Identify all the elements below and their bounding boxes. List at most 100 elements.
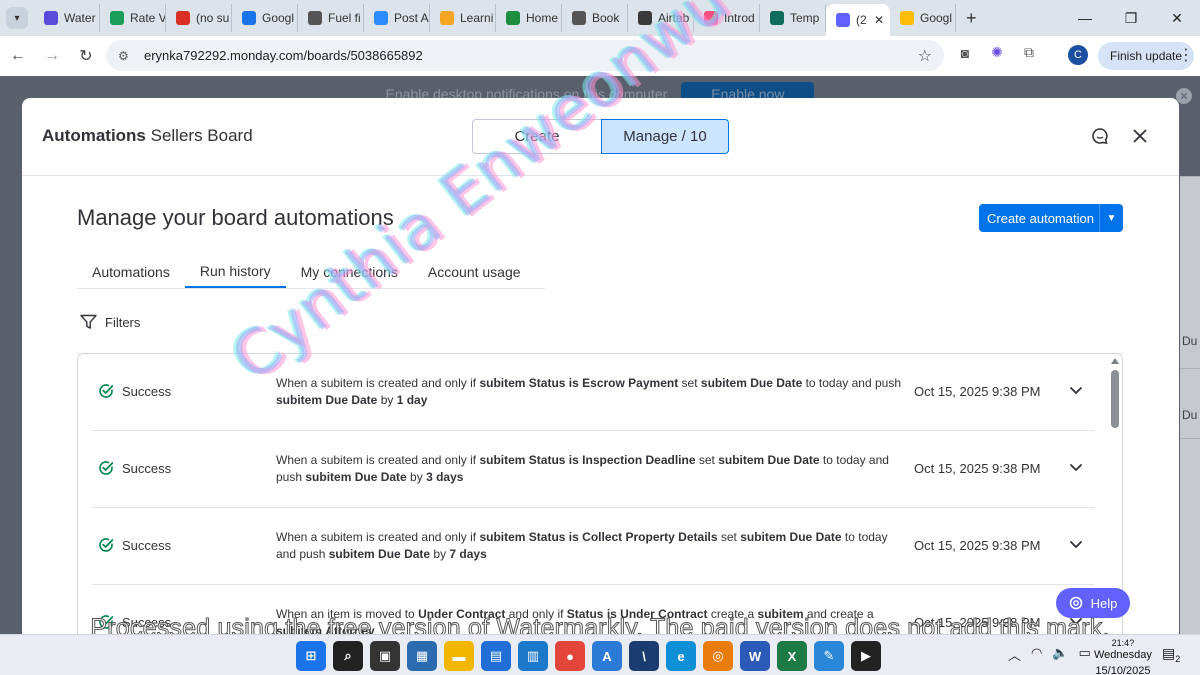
volume-icon[interactable]: 🔈 bbox=[1052, 645, 1068, 664]
run-history-row[interactable]: Success When a subitem is created and onl… bbox=[92, 431, 1095, 508]
minimize-button[interactable]: — bbox=[1062, 0, 1108, 36]
browser-tab[interactable]: Water bbox=[34, 4, 100, 32]
success-check-icon bbox=[99, 615, 114, 629]
run-timestamp: Oct 15, 2025 9:38 PM bbox=[914, 538, 1041, 553]
search-icon[interactable]: ⌕ bbox=[333, 641, 363, 671]
feedback-chat-icon[interactable] bbox=[1088, 124, 1112, 148]
recipe-token: 7 days bbox=[449, 547, 487, 561]
filters-button[interactable]: Filters bbox=[80, 314, 140, 330]
widgets-icon[interactable]: ▦ bbox=[407, 641, 437, 671]
reload-button[interactable]: ↻ bbox=[70, 40, 102, 72]
manage-segment-button[interactable]: Manage / 10 bbox=[601, 119, 729, 154]
run-history-row[interactable]: Success When a subitem is created and onl… bbox=[92, 508, 1095, 585]
tab-label: Airtab bbox=[658, 11, 690, 25]
close-modal-icon[interactable] bbox=[1128, 124, 1152, 148]
blender-icon[interactable]: ◎ bbox=[703, 641, 733, 671]
zoom-icon bbox=[374, 11, 388, 25]
recipe-token: Collect Property Details bbox=[582, 530, 718, 544]
windows-icon[interactable]: ⊞ bbox=[296, 641, 326, 671]
notification-center-icon[interactable]: ▤2 bbox=[1162, 645, 1180, 664]
browser-tab[interactable]: Post A bbox=[364, 4, 430, 32]
run-timestamp: Oct 15, 2025 9:38 PM bbox=[914, 615, 1041, 630]
help-label[interactable]: Help bbox=[1091, 596, 1118, 611]
browser-menu-icon[interactable]: ⋮ bbox=[1178, 45, 1194, 65]
camera-icon[interactable]: ◙ bbox=[956, 45, 974, 61]
run-history-list: Success When a subitem is created and onl… bbox=[77, 353, 1123, 638]
media-player-icon[interactable]: ▶ bbox=[851, 641, 881, 671]
recipe-text: set bbox=[717, 530, 741, 544]
recipe-token: subitem bbox=[757, 607, 804, 621]
browser-tab[interactable]: Googl bbox=[890, 4, 956, 32]
help-button[interactable]: Help bbox=[1056, 588, 1130, 618]
create-segment-button[interactable]: Create bbox=[472, 119, 601, 154]
edge-icon[interactable]: e bbox=[666, 641, 696, 671]
tab-label: (2 bbox=[856, 13, 867, 27]
chart-app-icon[interactable]: ▥ bbox=[518, 641, 548, 671]
chrome-icon[interactable]: ● bbox=[555, 641, 585, 671]
chevron-down-icon[interactable]: ▼ bbox=[1099, 204, 1123, 232]
tab-account-usage[interactable]: Account usage bbox=[413, 255, 536, 288]
tab-search-button[interactable]: ▾ bbox=[6, 7, 28, 29]
tab-label: Fuel fi bbox=[328, 11, 361, 25]
word-icon[interactable]: W bbox=[740, 641, 770, 671]
battery-icon[interactable]: ▭ bbox=[1079, 645, 1091, 664]
profile-avatar[interactable]: C bbox=[1068, 45, 1088, 65]
forward-button[interactable]: → bbox=[36, 40, 68, 72]
scrollbar-thumb[interactable] bbox=[1111, 370, 1119, 428]
expand-chevron-icon[interactable] bbox=[1068, 382, 1084, 398]
address-bar[interactable]: ⚙ erynka792292.monday.com/boards/5038665… bbox=[106, 40, 944, 71]
tab-my-connections[interactable]: My connections bbox=[286, 255, 413, 288]
new-tab-button[interactable]: + bbox=[966, 8, 977, 29]
close-window-button[interactable]: ✕ bbox=[1154, 0, 1200, 36]
run-history-row[interactable]: Success When an item is moved to Under Co… bbox=[92, 585, 1095, 638]
back-button[interactable]: ← bbox=[2, 40, 34, 72]
browser-tab[interactable]: Airtab bbox=[628, 4, 694, 32]
browser-tab[interactable]: Learni bbox=[430, 4, 496, 32]
browser-tab[interactable]: (2 ✕ bbox=[826, 4, 890, 36]
help-lifebuoy-icon bbox=[1069, 596, 1082, 610]
create-automation-button[interactable]: Create automation ▼ bbox=[979, 204, 1123, 232]
expand-chevron-icon[interactable] bbox=[1068, 459, 1084, 475]
browser-tab[interactable]: (no su bbox=[166, 4, 232, 32]
clock-day: Wednesday bbox=[1094, 649, 1152, 661]
tab-label: (no su bbox=[196, 11, 230, 25]
browser-tab[interactable]: Book bbox=[562, 4, 628, 32]
browser-tab[interactable]: Googl bbox=[232, 4, 298, 32]
terminal-icon[interactable]: \ bbox=[629, 641, 659, 671]
site-info-icon[interactable]: ⚙ bbox=[118, 49, 134, 63]
expand-chevron-icon[interactable] bbox=[1068, 536, 1084, 552]
restore-button[interactable]: ❐ bbox=[1108, 0, 1154, 36]
tray-chevron-up-icon[interactable]: ︿ bbox=[1008, 645, 1021, 664]
excel-icon[interactable]: X bbox=[777, 641, 807, 671]
gs-icon bbox=[770, 11, 784, 25]
task-view-icon[interactable]: ▣ bbox=[370, 641, 400, 671]
browser-tab[interactable]: Temp bbox=[760, 4, 826, 32]
browser-tab[interactable]: Fuel fi bbox=[298, 4, 364, 32]
browser-tab[interactable]: Home bbox=[496, 4, 562, 32]
run-history-row[interactable]: Success When a subitem is created and onl… bbox=[92, 354, 1095, 431]
success-check-icon bbox=[99, 384, 114, 398]
tab-automations[interactable]: Automations bbox=[77, 255, 185, 288]
browser-tab[interactable]: Rate V bbox=[100, 4, 166, 32]
scroll-up-arrow-icon[interactable] bbox=[1111, 358, 1119, 364]
recipe-token: is bbox=[568, 376, 579, 390]
extension-icons: ◙ ✺ ⧉ bbox=[956, 44, 1038, 61]
recipe-text: and only if bbox=[505, 607, 567, 621]
taskbar-clock[interactable]: 21:4? Wednesday 15/10/2025 bbox=[1094, 639, 1152, 675]
bookmark-star-icon[interactable]: ☆ bbox=[918, 46, 932, 66]
extension-gear-icon[interactable]: ✺ bbox=[988, 44, 1006, 61]
wifi-icon[interactable]: ◠ bbox=[1031, 645, 1042, 664]
run-description: When a subitem is created and only if su… bbox=[276, 452, 906, 486]
recipe-text: set bbox=[695, 453, 719, 467]
create-automation-label[interactable]: Create automation bbox=[979, 211, 1099, 226]
background-board-column: Du Du bbox=[1180, 176, 1200, 634]
close-tab-icon[interactable]: ✕ bbox=[874, 13, 884, 27]
tab-run-history[interactable]: Run history bbox=[184, 255, 286, 288]
file-explorer-icon[interactable]: ▬ bbox=[444, 641, 474, 671]
vpn-icon[interactable]: A bbox=[592, 641, 622, 671]
store-icon[interactable]: ▤ bbox=[481, 641, 511, 671]
recipe-token: subitem Status bbox=[479, 376, 566, 390]
paint-icon[interactable]: ✎ bbox=[814, 641, 844, 671]
puzzle-extensions-icon[interactable]: ⧉ bbox=[1020, 44, 1038, 61]
browser-tab[interactable]: Introd bbox=[694, 4, 760, 32]
